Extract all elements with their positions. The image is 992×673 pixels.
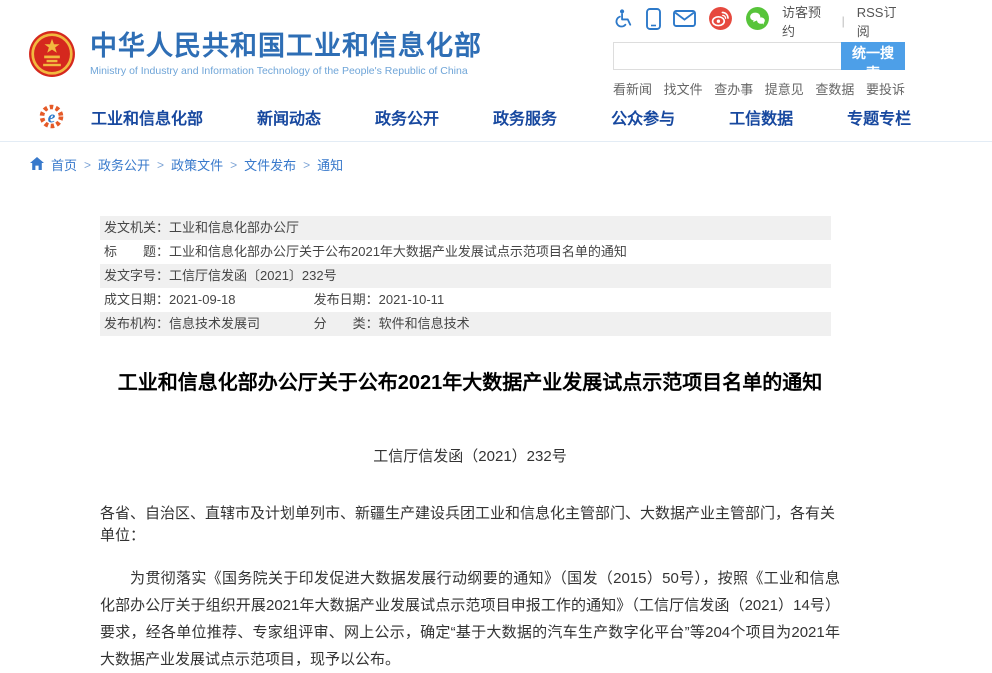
header-icon-row: 访客预约 | RSS订阅: [613, 8, 905, 34]
site-title-en: Ministry of Industry and Information Tec…: [90, 65, 482, 77]
brand-text: 中华人民共和国工业和信息化部 Ministry of Industry and …: [90, 31, 482, 77]
document-paragraph: 为贯彻落实《国务院关于印发促进大数据发展行动纲要的通知》（国发（2015）50号…: [100, 565, 840, 673]
meta-value: 工信厅信发函〔2021〕232号: [169, 268, 337, 283]
meta-value: 信息技术发展司: [169, 316, 260, 331]
nav-item-gov-affairs[interactable]: 政务公开: [375, 105, 439, 129]
unified-search-button[interactable]: 统一搜索: [841, 42, 905, 70]
meta-cell-publisher: 发布机构：信息技术发展司: [104, 312, 310, 336]
weibo-icon[interactable]: [708, 6, 733, 36]
quick-link-data[interactable]: 查数据: [815, 79, 854, 98]
document-title: 工业和信息化部办公厅关于公布2021年大数据产业发展试点示范项目名单的通知: [100, 369, 840, 397]
quick-link-news[interactable]: 看新闻: [613, 79, 652, 98]
meta-row-issuing-agency: 发文机关：工业和信息化部办公厅: [100, 216, 831, 240]
nav-item-gov-services[interactable]: 政务服务: [493, 105, 557, 129]
search-input[interactable]: [613, 42, 841, 70]
meta-value: 2021-09-18: [169, 292, 236, 307]
document-meta-table: 发文机关：工业和信息化部办公厅 标 题：工业和信息化部办公厅关于公布2021年大…: [100, 216, 831, 336]
meta-value: 工业和信息化部办公厅关于公布2021年大数据产业发展试点示范项目名单的通知: [169, 244, 627, 259]
meta-row-publisher-category: 发布机构：信息技术发展司 分 类：软件和信息技术: [100, 312, 831, 336]
breadcrumb-separator: >: [84, 158, 91, 172]
meta-row-title: 标 题：工业和信息化部办公厅关于公布2021年大数据产业发展试点示范项目名单的通…: [100, 240, 831, 264]
site-header: 中华人民共和国工业和信息化部 Ministry of Industry and …: [0, 0, 992, 92]
meta-label: 发布日期：: [314, 292, 379, 307]
wechat-icon[interactable]: [745, 6, 770, 36]
nav-item-public-participation[interactable]: 公众参与: [611, 105, 675, 129]
national-emblem-icon: [28, 30, 76, 78]
site-title-zh: 中华人民共和国工业和信息化部: [90, 31, 482, 61]
breadcrumb-notice[interactable]: 通知: [317, 155, 343, 174]
meta-value: 软件和信息技术: [379, 316, 470, 331]
nav-item-miit-data[interactable]: 工信数据: [729, 105, 793, 129]
quick-link-documents[interactable]: 找文件: [664, 79, 703, 98]
meta-label: 发文机关：: [104, 220, 169, 235]
nav-item-miit[interactable]: 工业和信息化部: [91, 105, 203, 129]
site-brand[interactable]: 中华人民共和国工业和信息化部 Ministry of Industry and …: [28, 16, 482, 92]
svg-text:e: e: [48, 108, 56, 127]
home-icon[interactable]: [30, 157, 44, 173]
nav-item-special-columns[interactable]: 专题专栏: [847, 105, 911, 129]
main-nav: e 工业和信息化部 新闻动态 政务公开 政务服务 公众参与 工信数据 专题专栏: [0, 92, 992, 142]
breadcrumb-home[interactable]: 首页: [51, 155, 77, 174]
mail-icon[interactable]: [673, 10, 696, 32]
header-tools: 访客预约 | RSS订阅 统一搜索 看新闻 找文件 查办事 提意见 查数据 要投…: [613, 8, 905, 92]
breadcrumb-document-release[interactable]: 文件发布: [244, 155, 296, 174]
quick-link-suggestions[interactable]: 提意见: [765, 79, 804, 98]
search-bar: 统一搜索: [613, 42, 905, 70]
document-content: 发文机关：工业和信息化部办公厅 标 题：工业和信息化部办公厅关于公布2021年大…: [100, 216, 840, 673]
quick-links: 看新闻 找文件 查办事 提意见 查数据 要投诉: [613, 79, 905, 98]
breadcrumb-policy-documents[interactable]: 政策文件: [171, 155, 223, 174]
breadcrumb-separator: >: [303, 158, 310, 172]
quick-link-services[interactable]: 查办事: [714, 79, 753, 98]
meta-label: 分 类：: [314, 316, 379, 331]
breadcrumb-separator: >: [230, 158, 237, 172]
meta-label: 成文日期：: [104, 292, 169, 307]
mobile-icon[interactable]: [646, 8, 661, 35]
meta-cell-written-date: 成文日期：2021-09-18: [104, 288, 310, 312]
accessibility-icon[interactable]: [613, 8, 634, 34]
meta-label: 标 题：: [104, 244, 169, 259]
document-number: 工信厅信发函（2021）232号: [100, 445, 840, 466]
meta-label: 发布机构：: [104, 316, 169, 331]
meta-row-dates: 成文日期：2021-09-18 发布日期：2021-10-11: [100, 288, 831, 312]
meta-row-doc-number: 发文字号：工信厅信发函〔2021〕232号: [100, 264, 831, 288]
meta-value: 2021-10-11: [379, 292, 445, 307]
meta-cell-publish-date: 发布日期：2021-10-11: [314, 292, 445, 307]
document-salutation: 各省、自治区、直辖市及计划单列市、新疆生产建设兵团工业和信息化主管部门、大数据产…: [100, 503, 840, 547]
breadcrumb-separator: >: [157, 158, 164, 172]
meta-label: 发文字号：: [104, 268, 169, 283]
meta-cell-category: 分 类：软件和信息技术: [314, 316, 470, 331]
rss-link[interactable]: RSS订阅: [857, 2, 905, 40]
breadcrumb-gov-affairs[interactable]: 政务公开: [98, 155, 150, 174]
quick-link-complaints[interactable]: 要投诉: [866, 79, 905, 98]
visitor-appointment-link[interactable]: 访客预约: [782, 2, 830, 40]
meta-value: 工业和信息化部办公厅: [169, 220, 299, 235]
breadcrumb: 首页 > 政务公开 > 政策文件 > 文件发布 > 通知: [0, 142, 992, 186]
header-links-divider: |: [842, 14, 845, 28]
nav-item-news[interactable]: 新闻动态: [257, 105, 321, 129]
gov-gear-logo-icon: e: [38, 103, 65, 130]
